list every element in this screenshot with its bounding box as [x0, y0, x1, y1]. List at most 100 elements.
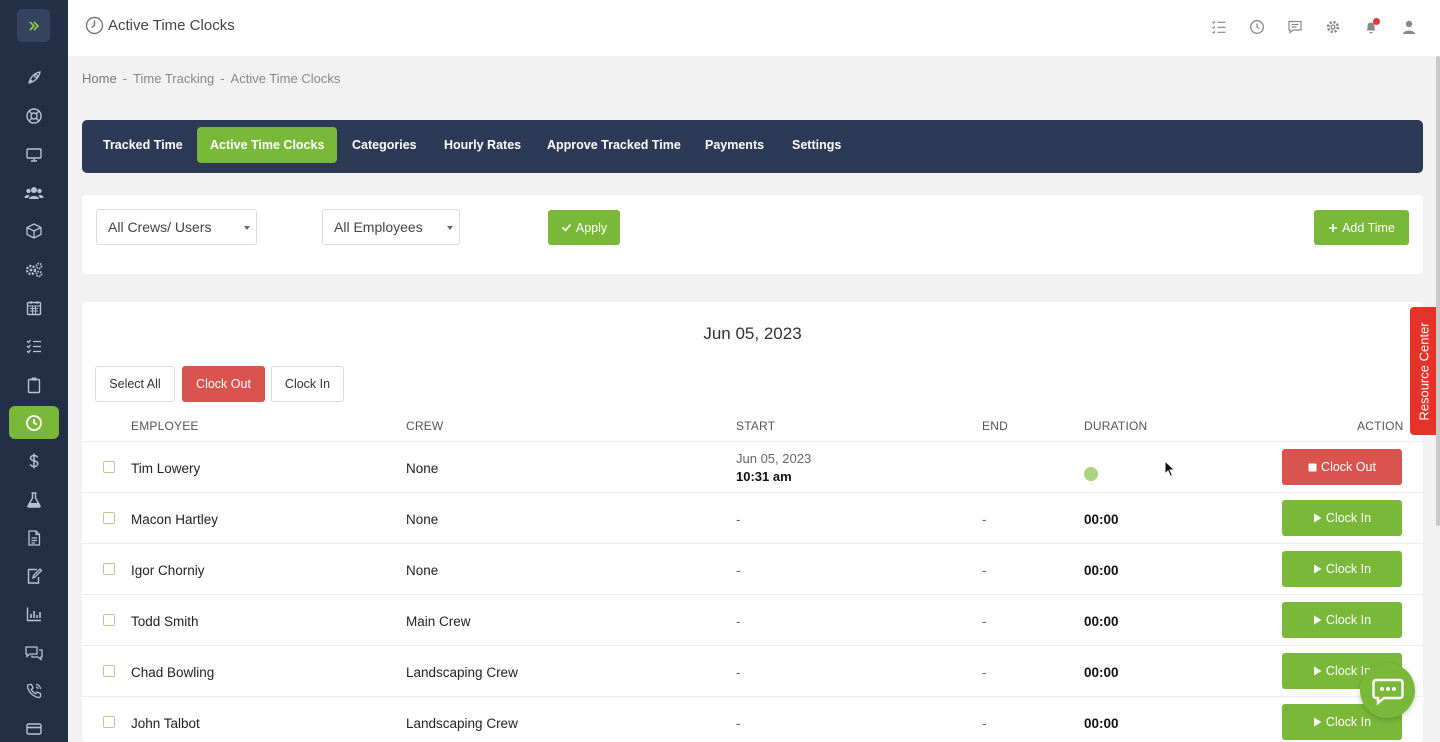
tasks-button[interactable]: [1210, 18, 1228, 36]
sidebar-item-launch[interactable]: [9, 61, 59, 94]
duration: 00:00: [1084, 614, 1119, 629]
crew-name: Landscaping Crew: [406, 665, 518, 680]
sidebar-item-finance[interactable]: [9, 444, 59, 477]
row-checkbox[interactable]: [103, 716, 115, 728]
start-date: Jun 05, 2023: [736, 451, 812, 466]
settings-button[interactable]: [1324, 18, 1342, 36]
column-header-start: START: [736, 419, 776, 433]
start-time: -: [736, 716, 741, 731]
select-all-button[interactable]: Select All: [95, 366, 175, 402]
end-time: -: [982, 563, 987, 578]
message-icon: [1288, 20, 1302, 34]
sidebar-item-calendar[interactable]: [9, 291, 59, 324]
row-checkbox[interactable]: [103, 665, 115, 677]
tab-settings[interactable]: Settings: [779, 127, 854, 163]
apply-button[interactable]: Apply: [548, 210, 620, 245]
resource-center-tab[interactable]: Resource Center: [1410, 307, 1438, 435]
row-checkbox[interactable]: [103, 512, 115, 524]
sidebar-item-tasks[interactable]: [9, 329, 59, 362]
play-icon: [1313, 717, 1322, 727]
employee-name: Igor Chorniy: [131, 563, 205, 578]
sidebar-item-inventory[interactable]: [9, 214, 59, 247]
tab-active-time-clocks[interactable]: Active Time Clocks: [197, 127, 338, 163]
profile-button[interactable]: [1400, 18, 1418, 36]
time-tracking-nav: Tracked Time Active Time Clocks Categori…: [82, 120, 1423, 173]
sidebar-item-billing[interactable]: [9, 712, 59, 742]
crew-select-value: All Crews/ Users: [108, 219, 212, 235]
row-checkbox[interactable]: [103, 461, 115, 473]
clock-icon: [1250, 20, 1264, 34]
tab-payments[interactable]: Payments: [692, 127, 777, 163]
table-row: Todd Smith Main Crew - - 00:00 Clock In: [82, 594, 1423, 645]
sidebar-item-documents[interactable]: [9, 521, 59, 554]
table-row: Chad Bowling Landscaping Crew - - 00:00 …: [82, 645, 1423, 696]
sidebar-item-customers[interactable]: [9, 176, 59, 209]
tab-approve-tracked-time[interactable]: Approve Tracked Time: [534, 127, 694, 163]
crew-select[interactable]: All Crews/ Users: [96, 209, 257, 245]
edit-document-icon: [27, 567, 43, 584]
dollar-icon: [29, 453, 39, 468]
bulk-clock-out-button[interactable]: Clock Out: [182, 366, 265, 402]
resource-center-label: Resource Center: [1416, 321, 1432, 421]
end-time: -: [982, 665, 987, 680]
tab-hourly-rates[interactable]: Hourly Rates: [431, 127, 534, 163]
employee-select[interactable]: All Employees: [322, 209, 460, 245]
row-checkbox[interactable]: [103, 614, 115, 626]
time-clock-button[interactable]: [1248, 18, 1266, 36]
play-icon: [1313, 666, 1322, 676]
sidebar-item-services[interactable]: [9, 253, 59, 286]
monitor-icon: [26, 147, 42, 162]
breadcrumb-time-tracking[interactable]: Time Tracking: [133, 71, 214, 86]
column-header-duration: DURATION: [1084, 419, 1148, 433]
sidebar-item-dashboard[interactable]: [9, 138, 59, 171]
gear-icon: [1326, 20, 1340, 34]
time-clocks-card: Jun 05, 2023 Select All Clock Out Clock …: [82, 302, 1423, 742]
add-time-button[interactable]: Add Time: [1314, 210, 1409, 245]
cube-icon: [26, 222, 42, 239]
clock-in-label: Clock In: [1325, 562, 1372, 576]
play-icon: [1313, 513, 1322, 523]
start-time: Jun 05, 2023 10:31 am: [736, 450, 811, 486]
clock-out-button[interactable]: Clock Out: [1282, 449, 1402, 485]
breadcrumb-current: Active Time Clocks: [230, 71, 341, 86]
sidebar-item-reports[interactable]: [9, 597, 59, 630]
sidebar-expand-button[interactable]: [17, 9, 50, 42]
page-scrollbar[interactable]: [1436, 56, 1440, 526]
plus-icon: [1329, 223, 1338, 232]
table-row: Macon Hartley None - - 00:00 Clock In: [82, 492, 1423, 543]
filter-panel: All Crews/ Users All Employees Apply Add…: [82, 195, 1423, 274]
sidebar-item-support[interactable]: [9, 99, 59, 132]
breadcrumb-home[interactable]: Home: [82, 71, 117, 86]
clock-in-label: Clock In: [1325, 715, 1372, 729]
live-chat-button[interactable]: [1360, 663, 1415, 718]
check-icon: [561, 223, 571, 232]
table-row: Tim Lowery None Jun 05, 2023 10:31 am Cl…: [82, 441, 1423, 492]
employee-name: Tim Lowery: [131, 461, 201, 476]
clock-in-button[interactable]: Clock In: [1282, 602, 1402, 638]
tab-categories[interactable]: Categories: [339, 127, 430, 163]
crew-name: None: [406, 512, 439, 527]
sidebar-item-lab[interactable]: [9, 483, 59, 516]
row-checkbox[interactable]: [103, 563, 115, 575]
notifications-button[interactable]: [1362, 18, 1380, 36]
sidebar-item-time-tracking[interactable]: [9, 406, 59, 439]
start-time: -: [736, 563, 741, 578]
tab-tracked-time[interactable]: Tracked Time: [90, 127, 196, 163]
sidebar-item-forms[interactable]: [9, 559, 59, 592]
lifebuoy-icon: [26, 107, 42, 124]
clock-out-label: Clock Out: [1321, 460, 1376, 474]
sidebar-item-messages[interactable]: [9, 636, 59, 669]
messages-button[interactable]: [1286, 18, 1304, 36]
clock-in-button[interactable]: Clock In: [1282, 551, 1402, 587]
sidebar-item-calls[interactable]: [9, 674, 59, 707]
apply-label: Apply: [575, 220, 608, 235]
clock-in-button[interactable]: Clock In: [1282, 500, 1402, 536]
column-header-employee: EMPLOYEE: [131, 419, 199, 433]
stop-icon: [1308, 463, 1317, 471]
duration: 00:00: [1084, 665, 1119, 680]
play-icon: [1313, 564, 1322, 574]
bulk-clock-in-button[interactable]: Clock In: [271, 366, 344, 402]
user-icon: [1403, 20, 1415, 34]
card-icon: [26, 722, 42, 735]
sidebar-item-jobs[interactable]: [9, 368, 59, 401]
